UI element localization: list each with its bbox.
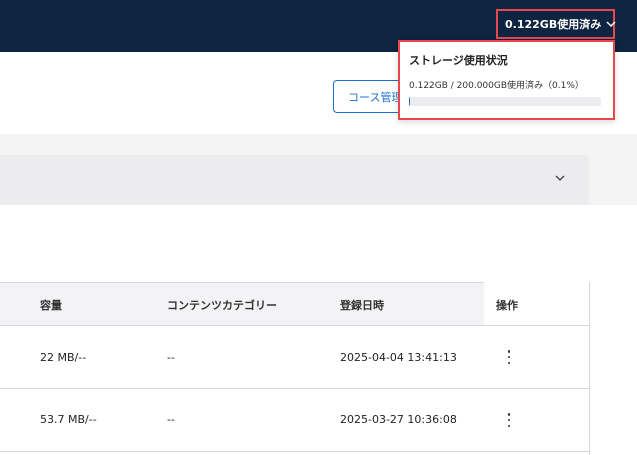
row-2-size: 53.7 MB/-- [40, 413, 97, 426]
row-divider [0, 451, 590, 452]
column-header-actions: 操作 [496, 299, 518, 312]
storage-usage-label: 0.122GB使用済み [505, 18, 602, 31]
row-1-category: -- [167, 351, 175, 364]
row-1-more-icon[interactable] [503, 350, 515, 364]
storage-progress-track [409, 97, 601, 106]
row-1-registered: 2025-04-04 13:41:13 [340, 351, 457, 364]
course-management-label: コース管理 [348, 90, 403, 104]
storage-progress-fill [409, 97, 411, 106]
row-2-category: -- [167, 413, 175, 426]
chevron-down-icon [606, 21, 616, 28]
storage-usage-text: 0.122GB / 200.000GB使用済み（0.1%） [409, 81, 584, 91]
column-header-category: コンテンツカテゴリー [167, 299, 277, 312]
column-header-registered: 登録日時 [340, 299, 384, 312]
row-2-registered: 2025-03-27 10:36:08 [340, 413, 457, 426]
row-1-size: 22 MB/-- [40, 351, 87, 364]
chevron-down-icon[interactable] [554, 173, 566, 183]
row-2-more-icon[interactable] [503, 413, 515, 427]
column-header-size: 容量 [40, 299, 62, 312]
storage-usage-button[interactable]: 0.122GB使用済み [496, 9, 616, 39]
row-divider [0, 388, 590, 389]
storage-popover-title: ストレージ使用状況 [409, 54, 508, 67]
filter-accordion[interactable] [0, 155, 589, 205]
